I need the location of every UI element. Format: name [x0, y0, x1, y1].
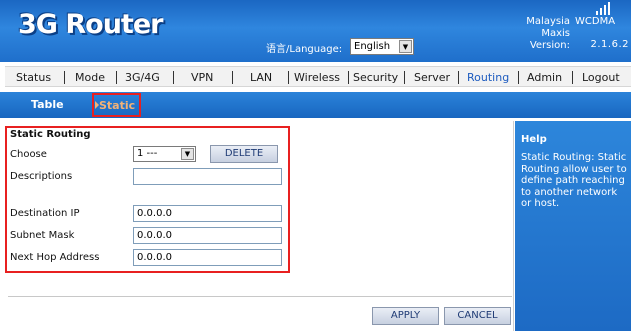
logo: 3G Router: [18, 9, 163, 40]
descriptions-label: Descriptions: [10, 171, 73, 182]
nav-separator: [404, 71, 405, 84]
operator-info: Malaysia Maxis Version:: [510, 16, 570, 52]
country-text: Malaysia: [526, 16, 570, 27]
nav-mode[interactable]: Mode: [75, 71, 105, 84]
nav-admin[interactable]: Admin: [527, 71, 562, 84]
nav-separator: [572, 71, 573, 84]
nav-status[interactable]: Status: [16, 71, 51, 84]
delete-button[interactable]: DELETE: [210, 145, 278, 163]
tab-static-label: Static: [99, 99, 136, 112]
nav-separator: [173, 71, 174, 84]
network-text: WCDMA: [575, 16, 616, 27]
route-select[interactable]: 1 --- ▼: [133, 146, 196, 162]
nav-wireless[interactable]: Wireless: [294, 71, 340, 84]
descriptions-input[interactable]: [133, 168, 282, 185]
cancel-button[interactable]: CANCEL: [444, 307, 511, 325]
help-panel: Help Static Routing: Static Routing allo…: [515, 121, 631, 331]
chevron-down-icon: ▼: [399, 40, 412, 53]
apply-button[interactable]: APPLY: [372, 307, 439, 325]
nav-separator: [116, 71, 117, 84]
subnet-mask-input[interactable]: 0.0.0.0: [133, 227, 282, 244]
next-hop-label: Next Hop Address: [10, 252, 100, 263]
operator-text: Maxis: [541, 28, 570, 39]
chevron-down-icon: ▼: [181, 148, 194, 160]
destination-ip-label: Destination IP: [10, 208, 80, 219]
subnet-mask-label: Subnet Mask: [10, 230, 75, 241]
language-label: 语言/Language:: [266, 44, 343, 55]
help-text: Static Routing: Static Routing allow use…: [521, 152, 627, 209]
nav-vpn[interactable]: VPN: [191, 71, 213, 84]
language-select[interactable]: English ▼: [350, 38, 414, 55]
nav-separator: [288, 71, 289, 84]
nav-separator: [64, 71, 65, 84]
language-value: English: [354, 41, 391, 52]
nav-lan[interactable]: LAN: [250, 71, 272, 84]
nav-bar: Status Mode 3G/4G VPN LAN Wireless Secur…: [5, 66, 631, 87]
choose-label: Choose: [10, 149, 47, 160]
version-label: Version:: [529, 40, 570, 51]
signal-icon: [596, 2, 610, 15]
form-title: Static Routing: [10, 129, 91, 140]
nav-server[interactable]: Server: [414, 71, 450, 84]
nav-separator: [348, 71, 349, 84]
divider: [8, 296, 512, 297]
tab-static[interactable]: Static: [92, 93, 141, 117]
nav-separator: [232, 71, 233, 84]
system-info: WCDMA 2.1.6.2: [575, 16, 631, 51]
tab-table[interactable]: Table: [31, 98, 64, 111]
help-title: Help: [521, 134, 547, 145]
nav-routing[interactable]: Routing: [467, 71, 509, 84]
main-nav: Status Mode 3G/4G VPN LAN Wireless Secur…: [0, 62, 631, 90]
sub-tabs: Table Static: [0, 92, 631, 118]
header: 3G Router 语言/Language: English ▼ Malaysi…: [0, 0, 631, 62]
nav-security[interactable]: Security: [353, 71, 398, 84]
nav-separator: [458, 71, 459, 84]
nav-separator: [518, 71, 519, 84]
version-text: 2.1.6.2: [590, 39, 629, 50]
nav-logout[interactable]: Logout: [582, 71, 620, 84]
next-hop-input[interactable]: 0.0.0.0: [133, 249, 282, 266]
destination-ip-input[interactable]: 0.0.0.0: [133, 205, 282, 222]
nav-3g4g[interactable]: 3G/4G: [125, 71, 160, 84]
route-select-value: 1 ---: [137, 148, 158, 159]
